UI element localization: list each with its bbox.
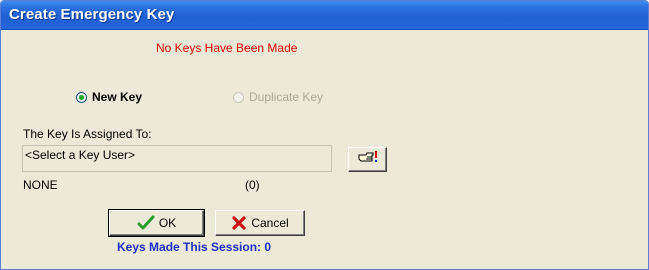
assigned-user-count: (0) (245, 178, 260, 192)
create-emergency-key-dialog: Create Emergency Key No Keys Have Been M… (0, 0, 649, 270)
x-icon (231, 215, 247, 231)
ok-button[interactable]: OK (108, 209, 205, 237)
new-key-radio[interactable]: New Key (76, 90, 142, 104)
assigned-to-label: The Key Is Assigned To: (23, 127, 152, 141)
cancel-button[interactable]: Cancel (215, 210, 305, 236)
duplicate-key-label: Duplicate Key (249, 90, 324, 104)
radio-unchecked-icon (233, 91, 244, 103)
window-title: Create Emergency Key (9, 6, 175, 23)
cancel-label: Cancel (251, 216, 289, 230)
duplicate-key-radio: Duplicate Key (233, 90, 323, 104)
pointing-hand-icon (357, 149, 379, 170)
status-message: No Keys Have Been Made (156, 41, 298, 55)
keys-made-session: Keys Made This Session: 0 (117, 240, 272, 254)
ok-label: OK (158, 216, 177, 230)
key-user-field: <Select a Key User> (22, 145, 332, 172)
radio-checked-icon (76, 91, 87, 103)
assigned-user-name: NONE (23, 178, 58, 192)
title-bar[interactable]: Create Emergency Key (1, 1, 648, 30)
select-key-user-button[interactable] (348, 147, 387, 172)
new-key-label: New Key (92, 90, 143, 104)
checkmark-icon (137, 215, 155, 231)
